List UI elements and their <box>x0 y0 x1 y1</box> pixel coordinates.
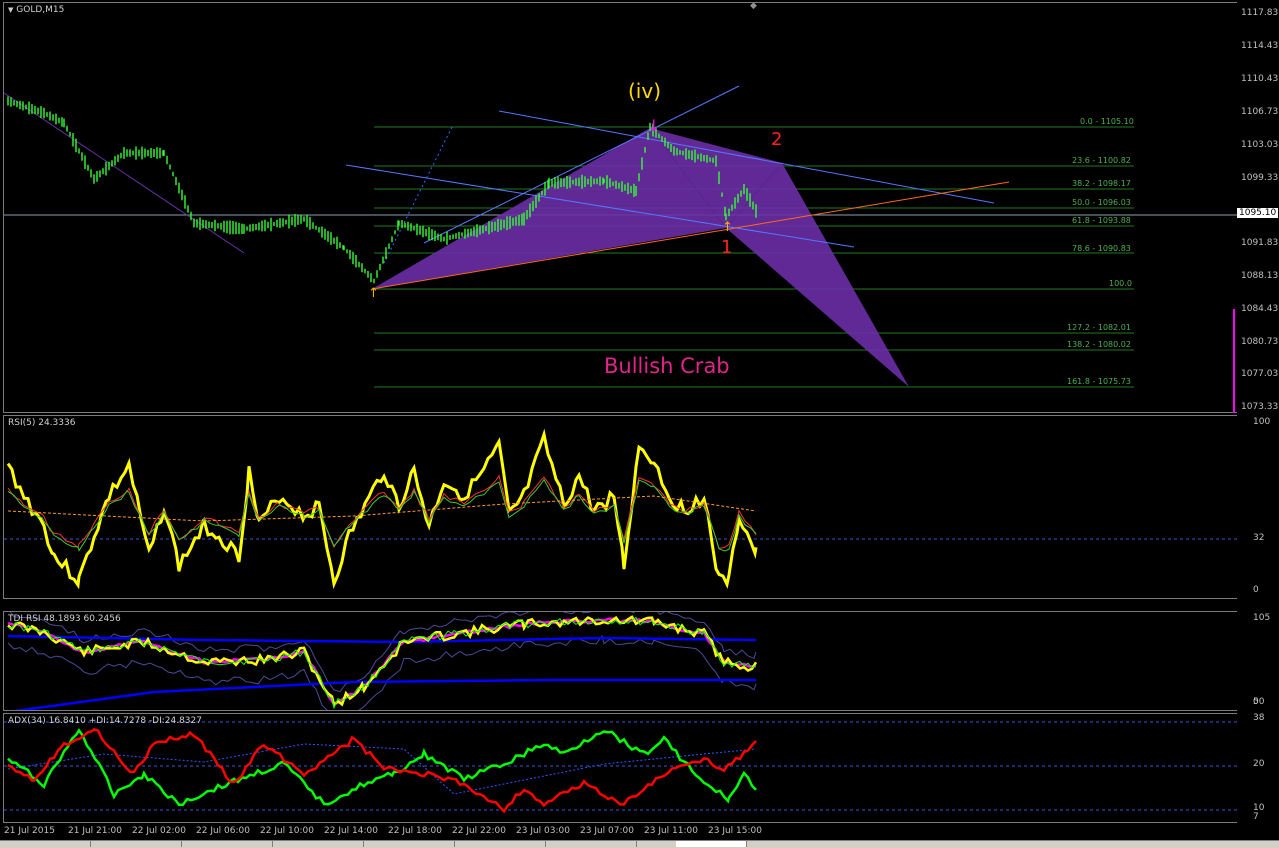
price-tick: 1088.13 <box>1241 271 1279 281</box>
chart-tab[interactable] <box>364 841 455 847</box>
range-marker <box>1233 309 1235 413</box>
wave-label: (iv) <box>628 79 661 103</box>
rsi-level: 0 <box>1253 585 1259 595</box>
tdi-level: 0 <box>1253 697 1259 707</box>
fib-label: 78.6 - 1090.83 <box>1072 244 1131 253</box>
adx-level: 7 <box>1253 812 1259 822</box>
price-tick: 1110.43 <box>1241 74 1279 84</box>
fib-label: 23.6 - 1100.82 <box>1072 156 1131 165</box>
time-tick: 21 Jul 21:00 <box>68 826 122 836</box>
time-tick: 23 Jul 03:00 <box>516 826 570 836</box>
point-1-label: 1 <box>721 237 733 258</box>
price-tick: 1091.83 <box>1241 238 1279 248</box>
price-tick: 1117.83 <box>1241 8 1279 18</box>
fib-label: 38.2 - 1098.17 <box>1072 179 1131 188</box>
time-tick: 22 Jul 10:00 <box>260 826 314 836</box>
time-tick: 22 Jul 02:00 <box>132 826 186 836</box>
adx-level: 38 <box>1253 713 1265 723</box>
rsi-level: 100 <box>1253 417 1271 427</box>
rsi-pane[interactable]: RSI(5) 24.3336 <box>3 415 1238 599</box>
price-axis[interactable]: 1117.83 1114.43 1110.43 1106.73 1103.03 … <box>1233 2 1279 413</box>
rsi-title: RSI(5) 24.3336 <box>8 418 76 428</box>
triangle-down-icon[interactable]: ▼ <box>8 6 13 14</box>
point-2-label: 2 <box>771 129 783 150</box>
chart-tab-active[interactable] <box>676 841 747 847</box>
price-chart-pane[interactable]: ↓ ↑ ↑ ▼ GOLD,M15 ◆ 0.0 - 1105.10 23.6 - … <box>3 2 1238 413</box>
tdi-title: TDI RSI 48.1893 60.2456 <box>8 614 121 624</box>
time-tick: 22 Jul 06:00 <box>196 826 250 836</box>
time-tick: 23 Jul 15:00 <box>708 826 762 836</box>
adx-title: ADX(34) 16.8410 +DI:14.7278 -DI:24.8327 <box>8 716 202 726</box>
chart-tab[interactable] <box>273 841 364 847</box>
chart-tab[interactable] <box>91 841 182 847</box>
scroll-marker-icon[interactable]: ◆ <box>750 3 757 11</box>
symbol-text: GOLD,M15 <box>16 5 65 15</box>
rsi-canvas <box>4 428 1237 590</box>
time-tick: 23 Jul 11:00 <box>644 826 698 836</box>
chart-tab[interactable] <box>455 841 546 847</box>
chart-tab[interactable] <box>546 841 637 847</box>
tdi-canvas <box>7 612 758 710</box>
fib-label: 138.2 - 1080.02 <box>1067 340 1131 349</box>
symbol-label: ▼ GOLD,M15 <box>8 5 64 15</box>
time-tick: 22 Jul 18:00 <box>388 826 442 836</box>
adx-pane[interactable]: ADX(34) 16.8410 +DI:14.7278 -DI:24.8327 <box>3 713 1238 823</box>
price-tick: 1073.33 <box>1241 402 1279 412</box>
time-tick: 22 Jul 14:00 <box>324 826 378 836</box>
price-tick: 1103.03 <box>1241 140 1279 150</box>
tdi-axis: 105 50 0 <box>1237 611 1279 711</box>
fib-label: 61.8 - 1093.88 <box>1072 216 1131 225</box>
fib-label: 161.8 - 1075.73 <box>1067 377 1131 386</box>
tdi-pane[interactable]: TDI RSI 48.1893 60.2456 <box>3 611 1238 711</box>
price-tick: 1084.43 <box>1241 304 1279 314</box>
time-tick: 23 Jul 07:00 <box>580 826 634 836</box>
adx-axis: 38 20 10 7 <box>1237 713 1279 823</box>
time-tick: 21 Jul 2015 <box>4 826 55 836</box>
price-tick: 1106.73 <box>1241 107 1279 117</box>
fib-label: 0.0 - 1105.10 <box>1080 117 1134 126</box>
price-tick: 1099.33 <box>1241 173 1279 183</box>
time-axis[interactable]: 21 Jul 2015 21 Jul 21:00 22 Jul 02:00 22… <box>0 824 1279 840</box>
pattern-name-label: Bullish Crab <box>604 354 730 378</box>
chart-tab[interactable] <box>182 841 273 847</box>
fib-label: 127.2 - 1082.01 <box>1067 323 1131 332</box>
fib-label: 50.0 - 1096.03 <box>1072 198 1131 207</box>
chart-tab[interactable] <box>0 841 91 847</box>
current-price-badge: 1095.10 <box>1237 208 1279 218</box>
rsi-level: 32 <box>1253 533 1265 543</box>
fib-label: 100.0 <box>1109 279 1132 288</box>
tdi-level: 105 <box>1253 613 1271 623</box>
adx-level: 20 <box>1253 759 1265 769</box>
price-chart-canvas[interactable]: ↓ ↑ ↑ <box>4 3 1237 412</box>
down-arrow-icon: ↓ <box>647 116 660 135</box>
price-tick: 1114.43 <box>1241 41 1279 51</box>
adx-canvas <box>4 721 1237 814</box>
rsi-axis: 100 32 0 <box>1237 415 1279 599</box>
time-tick: 22 Jul 22:00 <box>452 826 506 836</box>
up-arrow-icon: ↑ <box>722 220 733 235</box>
up-arrow-icon: ↑ <box>368 286 379 301</box>
price-tick: 1080.73 <box>1241 337 1279 347</box>
price-tick: 1077.03 <box>1241 369 1279 379</box>
